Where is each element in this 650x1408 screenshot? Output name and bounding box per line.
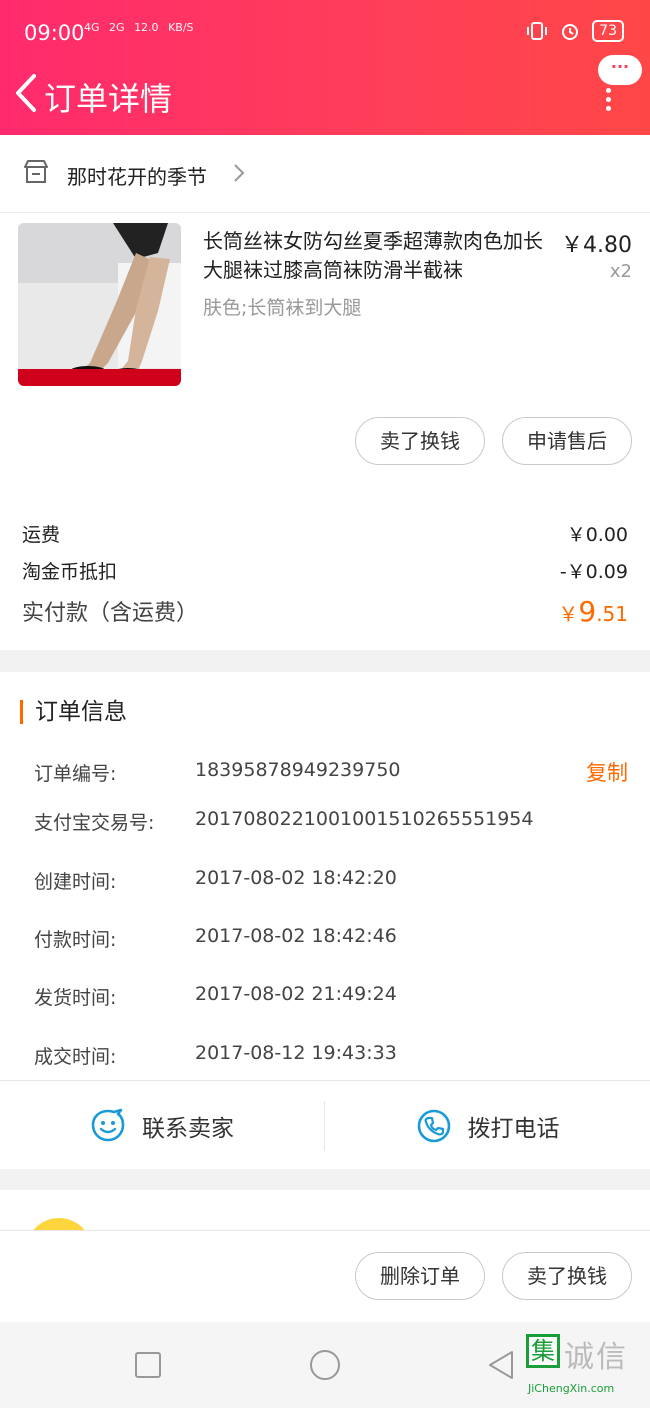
network-indicators: 4G 2G 12.0 KB/S [84,22,200,33]
info-label: 创建时间: [34,871,117,893]
chevron-right-icon [234,164,245,182]
total-paid-row: 实付款（含运费） ￥9.51 [22,595,628,628]
net-speed-unit: KB/S [168,21,194,34]
call-button[interactable]: 拨打电话 [325,1081,650,1170]
info-value: 2017-08-02 18:42:20 [195,867,397,889]
info-value: 2017-08-12 19:43:33 [195,1042,397,1064]
info-label: 发货时间: [34,987,117,1009]
info-value: 2017-08-02 18:42:46 [195,925,397,947]
info-value: 2017-08-02 21:49:24 [195,983,397,1005]
info-value: 18395878949239750 [195,759,401,781]
product-sku: 肤色;长筒袜到大腿 [203,297,362,319]
chat-face-icon [91,1108,125,1142]
net-2g-label: 2G [109,21,125,34]
status-right: 73 [526,20,624,42]
total-dec: .51 [596,602,628,626]
sell-exchange-button-bottom[interactable]: 卖了换钱 [502,1252,632,1300]
header: 09:00 4G 2G 12.0 KB/S 73 订单详情 ··· [0,0,650,135]
back-nav-icon[interactable] [484,1348,518,1382]
shipping-fee-row: 运费 ￥0.00 [22,520,628,547]
order-info-card: 订单信息 订单编号: 18395878949239750 复制 支付宝交易号: … [0,672,650,1169]
net-speed: 12.0 [134,21,159,34]
vibrate-icon [527,22,548,40]
product-quantity: x2 [609,261,632,282]
total-int: 9 [578,595,597,628]
info-label: 成交时间: [34,1046,117,1068]
battery-indicator: 73 [592,20,624,42]
total-currency: ￥ [558,602,579,626]
back-icon[interactable] [12,72,40,114]
page-title: 订单详情 [44,80,173,118]
sell-exchange-button[interactable]: 卖了换钱 [355,417,485,465]
product-price: ￥4.80 [561,233,632,258]
contact-bar: 联系卖家 拨打电话 [0,1080,650,1169]
coin-value: -￥0.09 [559,561,628,583]
shipping-label: 运费 [22,524,61,546]
shop-header[interactable]: 那时花开的季节 [0,135,650,213]
info-label: 付款时间: [34,929,117,951]
delete-order-button[interactable]: 删除订单 [355,1252,485,1300]
more-menu-bubble[interactable]: ··· [598,55,642,85]
more-options-icon[interactable] [604,88,612,112]
status-bar: 09:00 4G 2G 12.0 KB/S 73 [0,18,650,50]
alarm-icon [562,24,579,40]
info-label: 支付宝交易号: [34,812,155,834]
total-value: ￥9.51 [558,595,628,628]
watermark-site: JiChengXin.com [528,1382,615,1395]
watermark-logo: 集 诚信 JiChengXin.com [524,1330,642,1404]
store-icon [24,160,48,183]
total-label: 实付款（含运费） [22,601,199,626]
product-title[interactable]: 长筒丝袜女防勾丝夏季超薄款肉色加长大腿袜过膝高筒袜防滑半截袜 [203,227,553,285]
watermark-icon: 集 [526,1334,560,1368]
info-label: 订单编号: [34,763,117,785]
recents-icon[interactable] [131,1348,165,1382]
contact-seller-label: 联系卖家 [142,1116,234,1142]
bottom-action-bar: 删除订单 卖了换钱 [0,1230,650,1322]
product-photo-icon [18,223,181,386]
home-icon[interactable] [308,1348,342,1382]
coin-label: 淘金币抵扣 [22,561,118,583]
after-sale-button[interactable]: 申请售后 [502,417,632,465]
order-item-card: 那时花开的季节 长筒丝袜女防勾丝夏季超薄款肉色加长大腿袜过膝高筒袜防滑半截袜 ￥… [0,135,650,650]
shop-name: 那时花开的季节 [67,165,207,189]
coin-deduct-row: 淘金币抵扣 -￥0.09 [22,557,628,584]
shipping-value: ￥0.00 [566,524,628,546]
info-value: 2017080221001001510265551954 [195,808,534,830]
status-time: 09:00 [24,21,85,45]
copy-button[interactable]: 复制 [586,757,628,787]
nav-bar: 订单详情 ··· [0,55,650,124]
call-label: 拨打电话 [467,1115,560,1142]
watermark-text: 诚信 [564,1340,628,1375]
product-image[interactable] [18,223,181,386]
order-info-heading: 订单信息 [20,700,127,724]
contact-seller-button[interactable]: 联系卖家 [0,1101,325,1151]
phone-icon [417,1109,450,1142]
net-4g-label: 4G [84,21,100,34]
